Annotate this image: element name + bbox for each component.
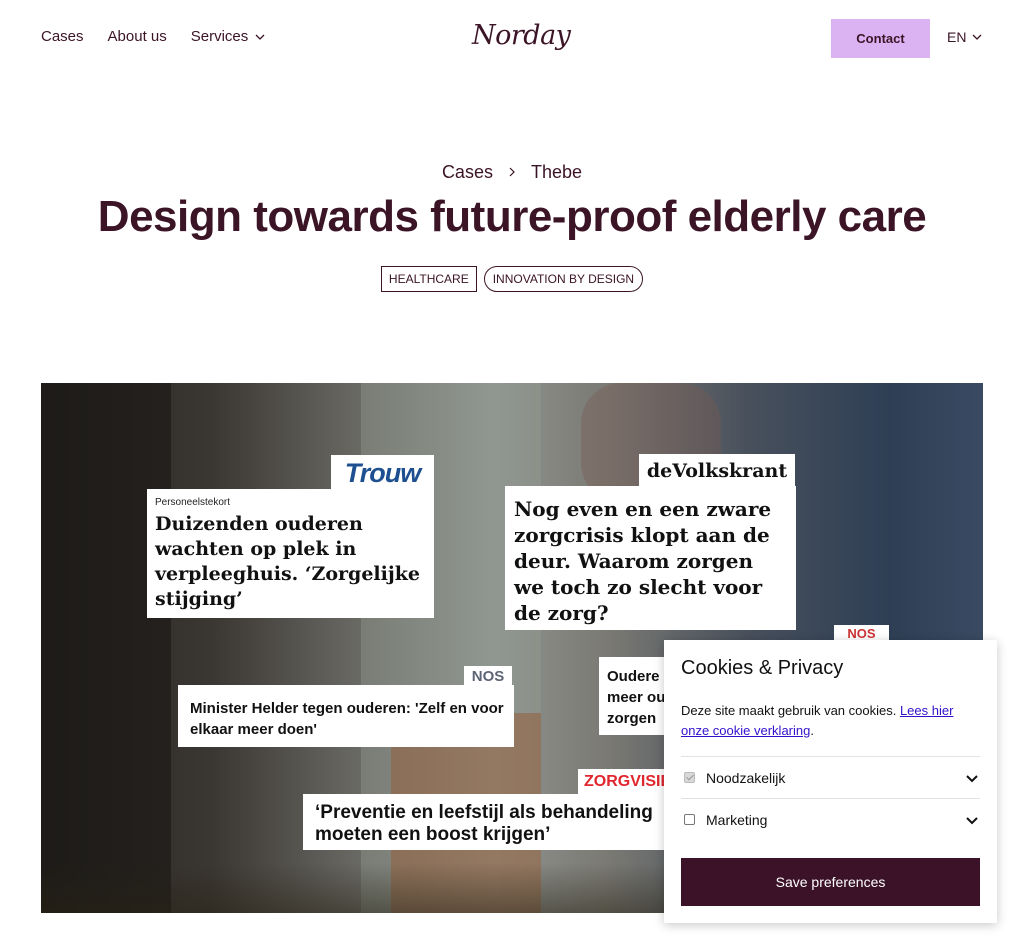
chevron-down-icon <box>255 34 265 40</box>
background-shade <box>41 383 171 913</box>
save-preferences-button[interactable]: Save preferences <box>681 858 980 906</box>
nos-logo: NOS <box>834 625 889 641</box>
cookie-option-label: Marketing <box>706 811 768 828</box>
nav-about-us[interactable]: About us <box>108 28 167 45</box>
language-selector[interactable]: EN <box>947 29 983 45</box>
cookie-text-body: Deze site maakt gebruik van cookies. <box>681 703 897 718</box>
language-label: EN <box>947 29 967 45</box>
breadcrumb-cases[interactable]: Cases <box>442 162 493 182</box>
cookie-option-noodzakelijk[interactable]: Noodzakelijk <box>681 756 980 798</box>
clipping-headline: Nog even en een zware zorgcrisis klopt a… <box>514 497 772 625</box>
page-title: Design towards future-proof elderly care <box>97 192 927 241</box>
clipping-line: ‘Preventie en leefstijl als behandeling <box>315 802 653 823</box>
clipping-line: moeten een boost krijgen’ <box>315 824 551 845</box>
cookie-title: Cookies & Privacy <box>681 657 844 679</box>
nav-cases[interactable]: Cases <box>41 28 84 45</box>
volkskrant-logo: deVolkskrant <box>639 454 795 488</box>
cookie-text-end: . <box>810 723 814 738</box>
tag-healthcare[interactable]: HEALTHCARE <box>380 266 477 292</box>
news-clipping-zorgvisie: ‘Preventie en leefstijl als behandeling … <box>303 794 673 850</box>
clipping-kicker: Personeelstekort <box>155 497 231 508</box>
news-clipping-volkskrant: Nog even en een zware zorgcrisis klopt a… <box>505 486 796 630</box>
nav-services-label: Services <box>190 28 249 45</box>
cookie-option-marketing[interactable]: Marketing <box>681 798 980 840</box>
norday-logo[interactable]: Norday <box>472 20 571 51</box>
tag-list: HEALTHCARE INNOVATION BY DESIGN <box>0 266 1024 292</box>
clipping-headline: Duizenden ouderen wachten op plek in ver… <box>155 513 420 610</box>
cookie-text: Deze site maakt gebruik van cookies. Lee… <box>681 701 980 741</box>
cookie-dialog: Cookies & Privacy Deze site maakt gebrui… <box>664 640 997 923</box>
chevron-down-icon[interactable] <box>964 770 980 786</box>
tag-innovation-by-design[interactable]: INNOVATION BY DESIGN <box>483 266 644 292</box>
contact-button[interactable]: Contact <box>831 19 930 58</box>
clipping-headline: Minister Helder tegen ouderen: 'Zelf en … <box>190 700 504 738</box>
main-nav: Cases About us Services <box>41 28 266 45</box>
cookie-option-label: Noodzakelijk <box>706 769 786 786</box>
news-clipping-nos-1: Minister Helder tegen ouderen: 'Zelf en … <box>178 685 514 747</box>
trouw-logo: Trouw <box>331 455 434 491</box>
necessary-checkbox[interactable] <box>684 772 695 783</box>
chevron-down-icon[interactable] <box>964 812 980 828</box>
zorgvisie-logo: ZORGVISIE <box>578 769 678 795</box>
chevron-right-icon <box>509 167 515 177</box>
news-clipping-trouw: Personeelstekort Duizenden ouderen wacht… <box>147 489 434 618</box>
breadcrumb-current: Thebe <box>531 161 583 182</box>
chevron-down-icon <box>972 34 982 40</box>
marketing-checkbox[interactable] <box>684 814 695 825</box>
breadcrumb: Cases Thebe <box>0 161 1024 183</box>
nav-services[interactable]: Services <box>191 28 267 45</box>
